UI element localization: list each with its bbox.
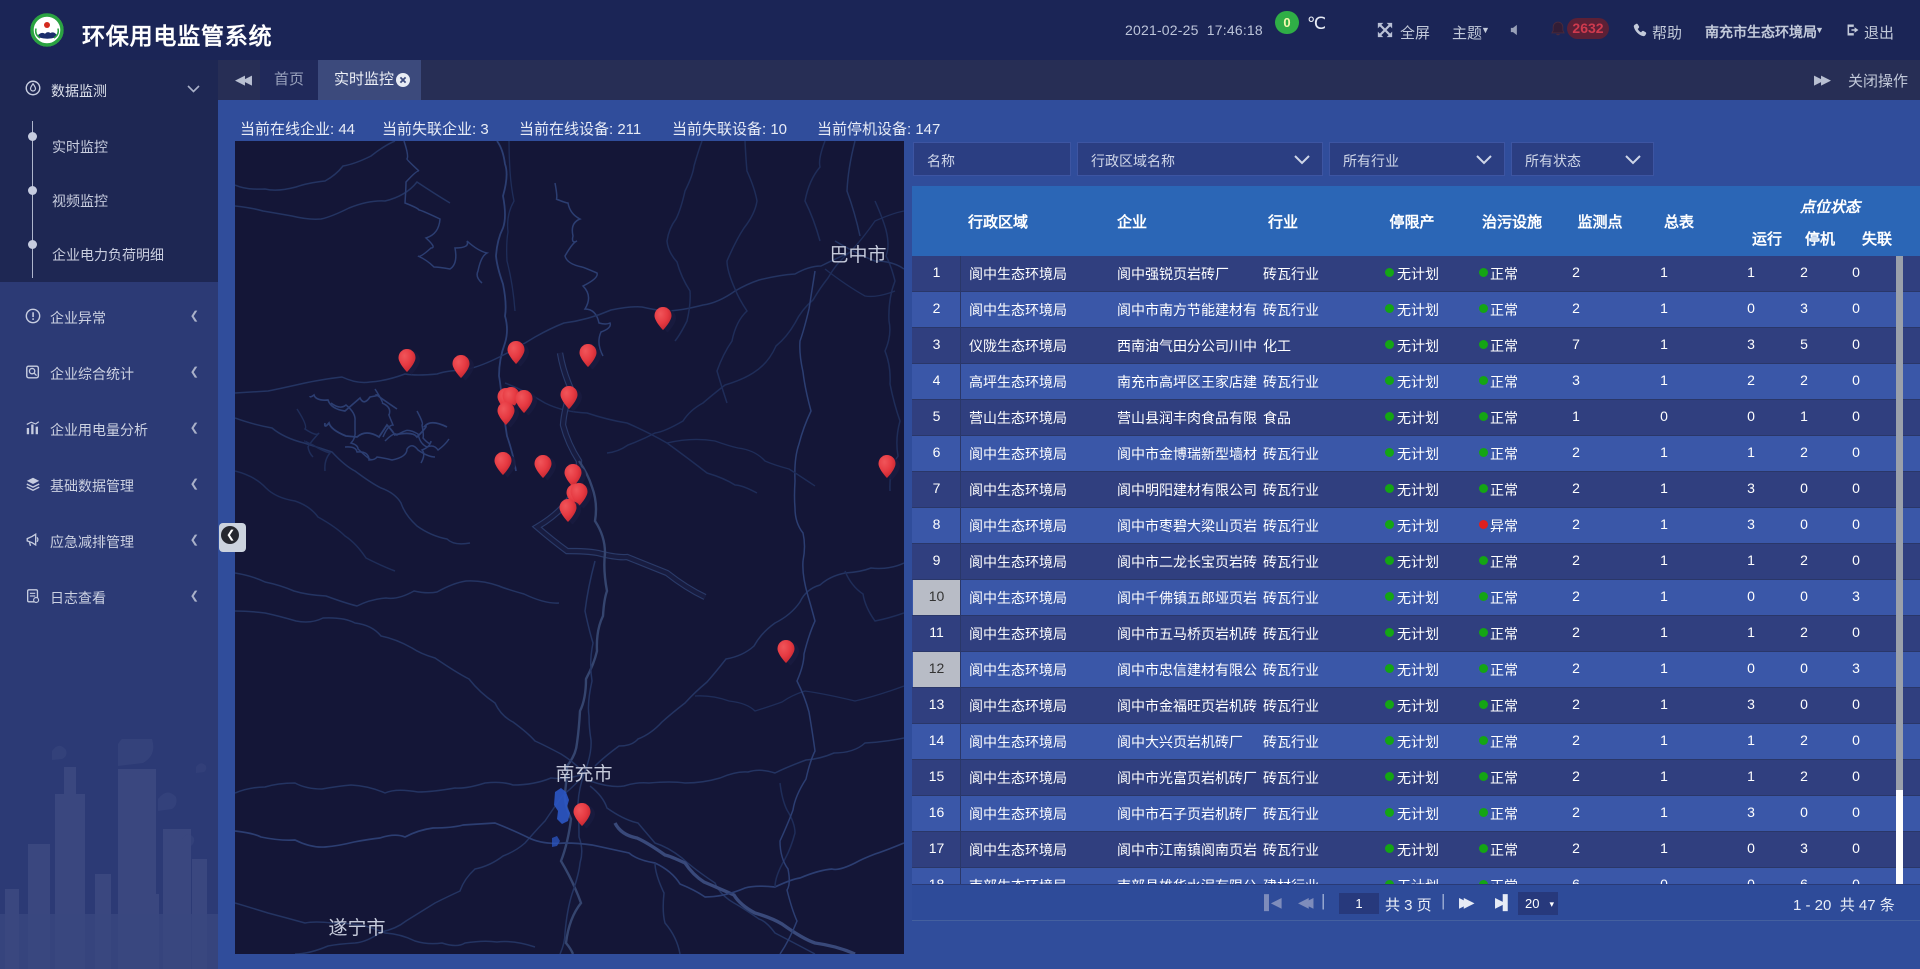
svg-text:巴中市: 巴中市 — [829, 244, 886, 266]
svg-text:遂宁市: 遂宁市 — [328, 917, 385, 939]
svg-text:南充市: 南充市 — [555, 763, 612, 785]
